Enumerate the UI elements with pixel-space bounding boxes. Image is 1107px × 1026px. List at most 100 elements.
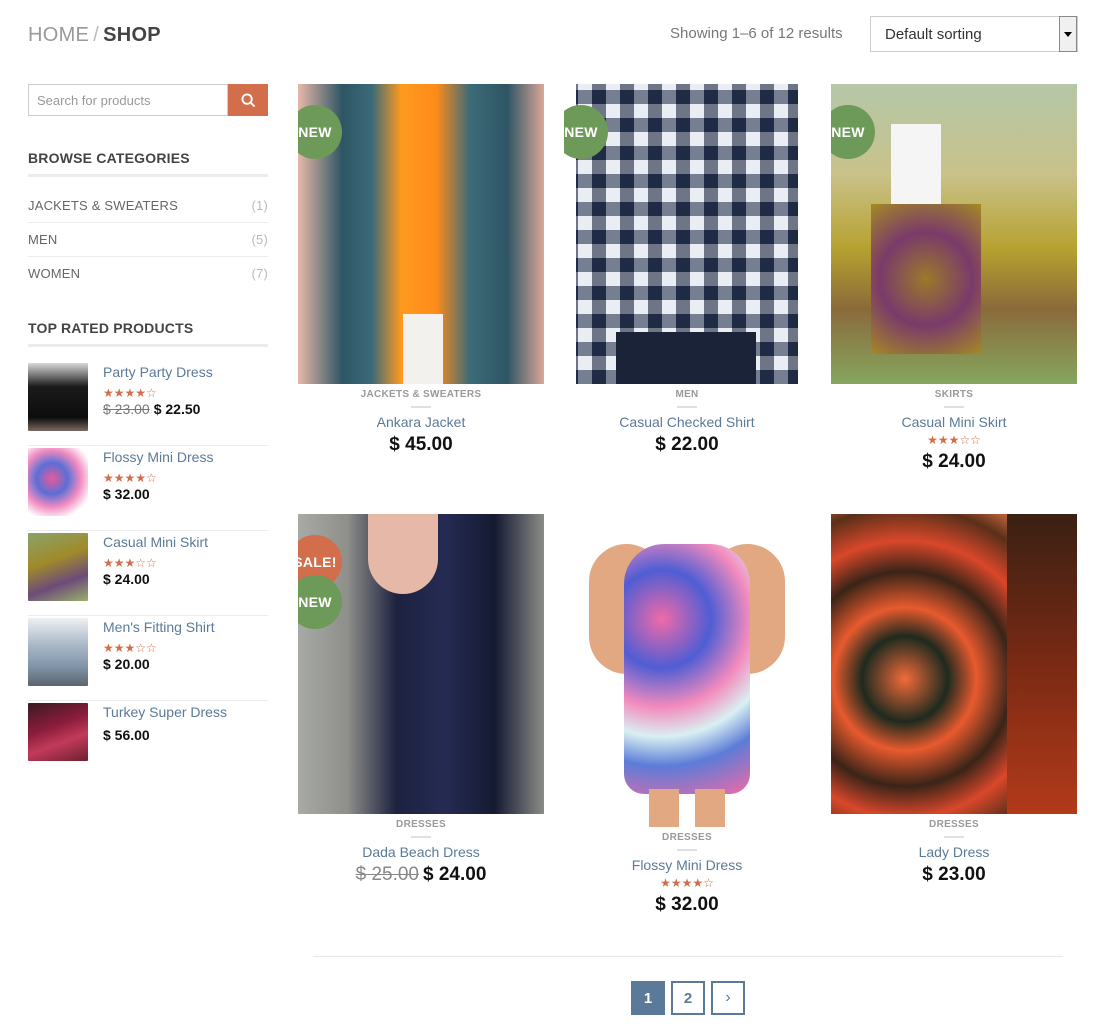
product-price: $ 45.00 [298,434,544,456]
current-price: $ 24.00 [922,451,986,472]
top-rated-name[interactable]: Flossy Mini Dress [103,449,213,465]
divider [944,406,964,408]
breadcrumb-separator: / [93,24,100,46]
star-rating: ★★★☆☆ [103,556,157,570]
product-price: $ 25.00 $ 24.00 [298,864,544,886]
product-name[interactable]: Casual Checked Shirt [564,414,810,430]
divider [411,836,431,838]
top-rated-item[interactable]: Turkey Super Dress $ 56.00 [28,701,268,771]
product-card[interactable]: NEW JACKETS & SWEATERS Ankara Jacket $ 4… [298,84,544,456]
product-image[interactable] [831,514,1077,814]
page-1-button[interactable]: 1 [631,981,665,1015]
new-badge: NEW [831,105,875,159]
product-image[interactable]: NEW [564,84,810,384]
divider [677,849,697,851]
category-item-men[interactable]: MEN (5) [28,223,268,257]
product-thumbnail[interactable] [28,703,88,761]
divider [411,406,431,408]
top-rated-title: TOP RATED PRODUCTS [28,320,268,347]
result-count: Showing 1–6 of 12 results [670,25,843,42]
product-image[interactable]: NEW [831,84,1077,384]
current-price: $ 32.00 [655,894,719,915]
product-category[interactable]: JACKETS & SWEATERS [298,389,544,400]
top-rated-name[interactable]: Casual Mini Skirt [103,534,208,550]
star-rating: ★★★★☆ [660,876,714,890]
product-image[interactable] [564,514,810,827]
category-label: MEN [28,232,58,247]
top-rated-name[interactable]: Party Party Dress [103,364,213,380]
top-rated-item[interactable]: Men's Fitting Shirt ★★★☆☆ $ 20.00 [28,616,268,701]
category-item-jackets[interactable]: JACKETS & SWEATERS (1) [28,189,268,223]
product-image[interactable]: NEW [298,84,544,384]
category-list: JACKETS & SWEATERS (1) MEN (5) WOMEN (7) [28,189,268,290]
top-rated-item[interactable]: Party Party Dress ★★★★☆ $ 23.00 $ 22.50 [28,361,268,446]
divider [944,836,964,838]
product-thumbnail[interactable] [28,448,88,516]
current-price: $ 24.00 [103,571,150,587]
product-thumbnail[interactable] [28,618,88,686]
star-rating: ★★★★☆ [103,386,157,400]
new-badge: NEW [298,575,342,629]
divider [677,406,697,408]
product-thumbnail[interactable] [28,533,88,601]
product-name[interactable]: Dada Beach Dress [298,844,544,860]
pagination: 1 2 › [631,981,745,1015]
old-price: $ 23.00 [103,401,150,417]
category-count: (7) [251,266,268,281]
new-badge: NEW [298,105,342,159]
product-category[interactable]: DRESSES [564,832,810,843]
product-name[interactable]: Lady Dress [831,844,1077,860]
product-name[interactable]: Casual Mini Skirt [831,414,1077,430]
product-thumbnail[interactable] [28,363,88,431]
top-rated-item[interactable]: Flossy Mini Dress ★★★★☆ $ 32.00 [28,446,268,531]
sidebar: Search for products BROWSE CATEGORIES JA… [28,84,268,771]
product-price: $ 20.00 [103,656,215,672]
breadcrumb: HOME / SHOP [28,24,161,47]
old-price: $ 25.00 [355,864,419,885]
top-rated-list: Party Party Dress ★★★★☆ $ 23.00 $ 22.50 F… [28,361,268,771]
star-rating: ★★★☆☆ [927,433,981,447]
product-name[interactable]: Flossy Mini Dress [564,857,810,873]
product-price: $ 23.00 $ 22.50 [103,401,213,417]
product-category[interactable]: MEN [564,389,810,400]
page-title: SHOP [103,24,161,46]
product-image[interactable]: SALE! NEW [298,514,544,814]
category-count: (5) [251,232,268,247]
search-icon [240,92,255,107]
product-card[interactable]: NEW SKIRTS Casual Mini Skirt ★★★☆☆ $ 24.… [831,84,1077,473]
sort-selected-value: Default sorting [885,26,982,43]
current-price: $ 56.00 [103,727,150,743]
category-label: WOMEN [28,266,81,281]
product-price: $ 32.00 [103,486,213,502]
top-rated-name[interactable]: Men's Fitting Shirt [103,619,215,635]
product-card[interactable]: DRESSES Lady Dress $ 23.00 [831,514,1077,886]
page-2-button[interactable]: 2 [671,981,705,1015]
current-price: $ 23.00 [922,864,986,885]
product-card[interactable]: SALE! NEW DRESSES Dada Beach Dress $ 25.… [298,514,544,886]
chevron-right-icon: › [725,989,731,1006]
product-price: $ 32.00 [564,894,810,916]
product-name[interactable]: Ankara Jacket [298,414,544,430]
product-price: $ 23.00 [831,864,1077,886]
browse-categories-title: BROWSE CATEGORIES [28,150,268,177]
product-card[interactable]: NEW MEN Casual Checked Shirt $ 22.00 [564,84,810,456]
category-count: (1) [251,198,268,213]
star-rating: ★★★★☆ [103,471,157,485]
chevron-down-icon[interactable] [1059,16,1077,52]
sort-select[interactable]: Default sorting [870,16,1078,52]
star-rating: ★★★☆☆ [103,641,157,655]
product-category[interactable]: SKIRTS [831,389,1077,400]
product-category[interactable]: DRESSES [298,819,544,830]
current-price: $ 32.00 [103,486,150,502]
next-page-button[interactable]: › [711,981,745,1015]
top-rated-name[interactable]: Turkey Super Dress [103,704,227,720]
category-item-women[interactable]: WOMEN (7) [28,257,268,290]
breadcrumb-home-link[interactable]: HOME [28,24,89,46]
current-price: $ 20.00 [103,656,150,672]
product-price: $ 22.00 [564,434,810,456]
top-rated-item[interactable]: Casual Mini Skirt ★★★☆☆ $ 24.00 [28,531,268,616]
product-category[interactable]: DRESSES [831,819,1077,830]
search-button[interactable] [228,84,268,116]
search-input[interactable]: Search for products [28,84,228,116]
product-card[interactable]: DRESSES Flossy Mini Dress ★★★★☆ $ 32.00 [564,514,810,916]
